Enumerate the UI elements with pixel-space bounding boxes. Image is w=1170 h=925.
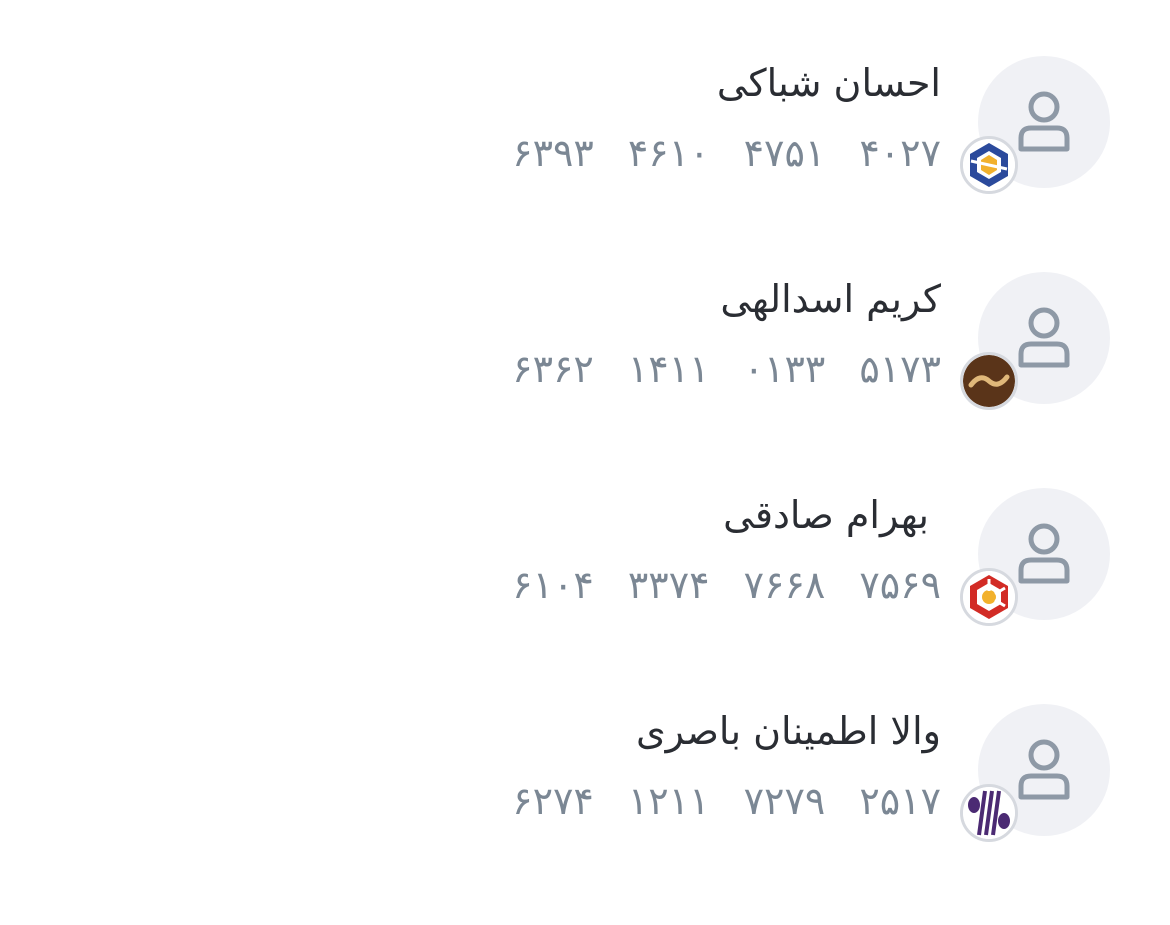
card-group: ۶۳۹۳ [512, 131, 594, 175]
contact-list: احسان شباکی ۶۳۹۳ ۴۶۱۰ ۴۷۵۱ ۴۰۲۷ کریم اسد… [0, 0, 1170, 925]
card-group: ۳۳۷۴ [627, 563, 710, 607]
card-group: ۶۱۰۴ [512, 563, 594, 607]
contact-name: احسان شباکی [716, 61, 941, 105]
card-group: ۵۱۷۳ [859, 347, 941, 391]
contact-row[interactable]: کریم اسدالهی ۶۳۶۲ ۱۴۱۱ ۰۱۳۳ ۵۱۷۳ [0, 216, 1170, 432]
contact-name: کریم اسدالهی [720, 277, 941, 321]
card-group: ۱۲۱۱ [627, 779, 710, 823]
sina-bank-logo-icon [960, 136, 1018, 194]
ansar-bank-logo-icon [960, 352, 1018, 410]
card-number: ۶۲۷۴ ۱۲۱۱ ۷۲۷۹ ۲۵۱۷ [512, 778, 941, 824]
card-group: ۷۶۶۸ [743, 563, 826, 607]
card-group: ۴۰۲۷ [859, 131, 941, 175]
contact-name: والا اطمینان باصری [635, 709, 941, 753]
card-group: ۷۵۶۹ [859, 563, 941, 607]
contact-row[interactable]: احسان شباکی ۶۳۹۳ ۴۶۱۰ ۴۷۵۱ ۴۰۲۷ [0, 0, 1170, 216]
card-group: ۶۲۷۴ [512, 779, 594, 823]
contact-name: بهرام صادقی [723, 493, 929, 537]
card-group: ۷۲۷۹ [743, 779, 826, 823]
contact-row[interactable]: بهرام صادقی ۶۱۰۴ ۳۳۷۴ ۷۶۶۸ ۷۵۶۹ [0, 432, 1170, 648]
user-icon [1018, 91, 1070, 152]
card-number: ۶۱۰۴ ۳۳۷۴ ۷۶۶۸ ۷۵۶۹ [512, 562, 941, 608]
card-group: ۴۷۵۱ [743, 131, 826, 175]
card-group: ۶۳۶۲ [512, 347, 594, 391]
card-group: ۱۴۱۱ [627, 347, 710, 391]
card-group: ۴۶۱۰ [627, 131, 710, 175]
card-group: ۰۱۳۳ [743, 347, 826, 391]
contact-row[interactable]: والا اطمینان باصری ۶۲۷۴ ۱۲۱۱ ۷۲۷۹ ۲۵۱۷ [0, 648, 1170, 864]
card-number: ۶۳۶۲ ۱۴۱۱ ۰۱۳۳ ۵۱۷۳ [512, 346, 941, 392]
user-icon [1018, 307, 1070, 368]
card-number: ۶۳۹۳ ۴۶۱۰ ۴۷۵۱ ۴۰۲۷ [512, 130, 941, 176]
user-icon [1018, 739, 1070, 800]
card-group: ۲۵۱۷ [859, 779, 941, 823]
user-icon [1018, 523, 1070, 584]
mellat-bank-logo-icon [960, 568, 1018, 626]
eghtesad-novin-bank-logo-icon [960, 784, 1018, 842]
